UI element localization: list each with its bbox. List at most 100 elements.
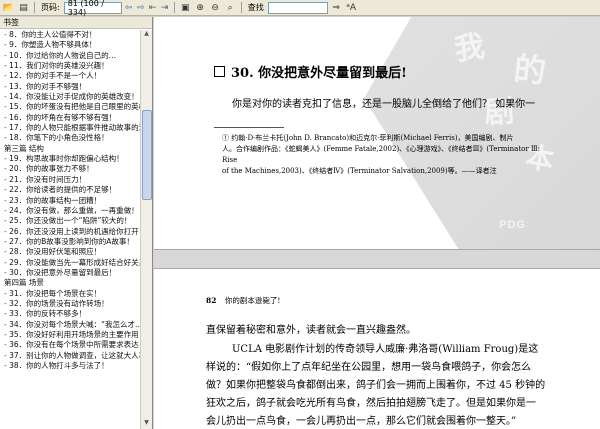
- bookmark-item[interactable]: - 11．我们对你的英雄没兴趣！: [0, 61, 140, 71]
- bookmark-item[interactable]: - 20．你的故事张力不够！: [0, 164, 140, 174]
- body-line: UCLA 电影剧作计划的传奇领导人威廉·弗洛哥(William Froug)是这: [232, 344, 539, 355]
- search-label: 查找: [247, 3, 264, 12]
- page-separator: [154, 249, 600, 269]
- bookmark-label: 37．别让你的人物做调查，让这就大人事！: [9, 350, 140, 360]
- bookmark-item[interactable]: - 34．你没对每个场景大喊：“我怎么才…: [0, 320, 140, 330]
- bookmark-item[interactable]: - 27．你的B故事没影响到你的A故事！: [0, 237, 140, 247]
- bookmark-label: 35．你没好好利用开场场景的主要作用！: [9, 329, 140, 339]
- prev-page-icon[interactable]: ⇦: [124, 3, 134, 13]
- bookmark-list: - 8．你的主人公值得不对！ - 9．你塑造人物不够具体！ - 10．你过给你的人物…: [0, 30, 140, 429]
- running-head-title: 你的剧本逊毙了!: [224, 296, 281, 305]
- footnote-line: 人。合作编剧作品：《蛇蝎美人》(Femme Fatale,2002)、《心理游戏…: [222, 145, 541, 164]
- bookmark-item[interactable]: - 36．你没有在每个场景中所需要求表达！: [0, 340, 140, 350]
- bookmark-item[interactable]: - 8．你的主人公值得不对！: [0, 30, 140, 40]
- page-number: 82: [206, 296, 217, 305]
- search-icon[interactable]: ⌕: [224, 2, 237, 14]
- watermark-char: 我: [452, 29, 487, 68]
- first-page-icon[interactable]: ⇤: [148, 3, 158, 13]
- toolbar-divider: [34, 2, 35, 13]
- footnote-line: ① 约翰·D·布兰卡托(John D. Brancato)和迈克尔·菲利斯(Mi…: [222, 134, 514, 142]
- fit-page-icon[interactable]: ▣: [179, 2, 192, 14]
- bookmark-label: 32．你的场景没有动作转场！: [9, 298, 109, 308]
- bookmark-label: 38．你的人物打斗多与法了！: [9, 361, 109, 370]
- bookmark-item[interactable]: - 35．你没好好利用开场场景的主要作用！: [0, 330, 140, 340]
- bookmark-item[interactable]: - 33．你的反转不够多！: [0, 309, 140, 319]
- bookmark-section[interactable]: 第四篇 场景: [0, 278, 140, 288]
- bookmark-label: 20．你的故事张力不够！: [9, 164, 94, 174]
- bookmark-label: 22．你给读者的提供的不足够！: [9, 185, 117, 195]
- bookmark-label: 29．你没能做当先一幕形成好结合好关系！: [9, 257, 140, 267]
- pdf-reader-window: 📂 ▤ 页码: 81 (100 / 334) ⇦ ⇨ ⇤ ⇥ ▣ ⊕ ⊖ ⌕ 查…: [0, 0, 600, 429]
- scroll-up-icon[interactable]: ▲: [141, 30, 152, 40]
- bookmark-item[interactable]: - 10．你过给你的人物说自己的…: [0, 51, 140, 61]
- open-icon[interactable]: 📂: [2, 2, 15, 14]
- bookmark-item[interactable]: - 14．你没能让对手促成你的英雄改变！: [0, 92, 140, 102]
- bookmark-label: 18．你笔下的小角色没性格！: [9, 133, 109, 143]
- toolbar-divider: [173, 2, 175, 13]
- body-paragraph: 直保留着秘密和意外，读者就会一直兴趣盎然。: [206, 325, 416, 336]
- bookmark-label: 17．你的人物只能根据事件推动故事的进展！: [9, 123, 140, 133]
- bookmark-label: 12．你的对手不是一个人！: [9, 71, 102, 81]
- text-size-icon[interactable]: ᵃA: [345, 2, 358, 14]
- document-view[interactable]: 我 的 剧 本 PDG 30. 你没把意外尽量留到最后! 你是对你的读者克扣了信…: [154, 17, 600, 429]
- bookmark-item[interactable]: - 38．你的人物打斗多与法了！: [0, 361, 140, 371]
- zoom-in-icon[interactable]: ⊕: [194, 2, 207, 14]
- page-number-input[interactable]: 81 (100 / 334): [63, 0, 122, 17]
- bookmark-label: 34．你没对每个场景大喊：“我怎么才…: [9, 319, 140, 329]
- body-line: 会儿扔出一点鸟食，一会儿再扔出一点，那么它们就会围着你一整天。”: [206, 416, 517, 427]
- last-page-icon[interactable]: ⇥: [160, 3, 170, 13]
- bookmark-scrollbar[interactable]: ▲ ▼: [140, 30, 152, 429]
- bookmark-label: 33．你的反转不够多！: [9, 309, 87, 319]
- bookmark-item[interactable]: - 30．你没把意外尽量留到最后！: [0, 268, 140, 278]
- bookmark-label: 15．你的坏蛋没有把他是自己眼里的英雄！: [9, 102, 140, 112]
- bookmark-item[interactable]: - 12．你的对手不是一个人！: [0, 71, 140, 81]
- toolbar: 📂 ▤ 页码: 81 (100 / 334) ⇦ ⇨ ⇤ ⇥ ▣ ⊕ ⊖ ⌕ 查…: [0, 0, 600, 17]
- bookmark-item[interactable]: - 23．你的故事结构一团糟！: [0, 196, 140, 206]
- bookmark-item[interactable]: - 24．你没有做，那么重做，一再重做！: [0, 206, 140, 216]
- body-paragraph: UCLA 电影剧作计划的传奇领导人威廉·弗洛哥(William Froug)是这…: [206, 341, 551, 429]
- toolbar-divider: [240, 2, 242, 13]
- bookmark-label: 27．你的B故事没影响到你的A故事！: [9, 236, 134, 246]
- scrollbar-thumb[interactable]: [142, 110, 152, 200]
- bookmark-label: 23．你的故事结构一团糟！: [9, 195, 102, 205]
- bookmark-label: 9．你塑造人物不够具体！: [9, 40, 97, 50]
- section-subtitle: 你是对你的读者克扣了信息，还是一股脑儿全倒给了他们？ 如果你一: [232, 99, 536, 110]
- zoom-out-icon[interactable]: ⊖: [209, 2, 222, 14]
- bookmark-label: 31．你没把每个场景在实！: [9, 288, 102, 298]
- body-line: 狂欢之后，鸽子就会吃光所有鸟食，然后拍拍翅膀飞走了。但是如果你是一: [206, 398, 536, 409]
- bookmark-item[interactable]: - 37．别让你的人物做调查，让这就大人事！: [0, 351, 140, 361]
- bookmark-label: 24．你没有做，那么重做，一再重做！: [9, 205, 139, 215]
- next-page-icon[interactable]: ⇨: [136, 3, 146, 13]
- bookmark-label: 第四篇 场景: [4, 278, 44, 288]
- bookmark-label: 16．你的坏角在有够不够有强！: [9, 112, 117, 122]
- bookmark-item[interactable]: - 32．你的场景没有动作转场！: [0, 299, 140, 309]
- section-title: 30. 你没把意外尽量留到最后!: [214, 62, 407, 81]
- save-icon[interactable]: ▤: [17, 2, 30, 14]
- watermark-brand: PDG: [499, 219, 526, 231]
- bookmark-item[interactable]: - 22．你给读者的提供的不足够！: [0, 185, 140, 195]
- bookmark-item[interactable]: - 28．你没用好伏笔和照应！: [0, 247, 140, 257]
- search-input[interactable]: [267, 1, 328, 14]
- bookmark-item[interactable]: - 25．你还没做出一个“陷阱”较大的！: [0, 216, 140, 226]
- bookmark-item[interactable]: - 13．你的对手不够强！: [0, 82, 140, 92]
- bookmark-panel-header: 书签: [0, 17, 152, 29]
- bookmark-section[interactable]: 第三篇 结构: [0, 144, 140, 154]
- bookmark-item[interactable]: - 19．构思故事时你却跑偏心结构！: [0, 154, 140, 164]
- scroll-down-icon[interactable]: ▼: [141, 419, 152, 429]
- bookmark-label: 8．你的主人公值得不对！: [9, 30, 97, 39]
- bookmark-item[interactable]: - 16．你的坏角在有够不够有强！: [0, 113, 140, 123]
- bookmark-label: 21．你没有时间压力！: [9, 174, 87, 184]
- search-go-icon[interactable]: ⇒: [330, 2, 343, 14]
- bookmark-item[interactable]: - 18．你笔下的小角色没性格！: [0, 133, 140, 143]
- body-line: 做？如果你把整袋鸟食都倒出来，鸽子们会一拥而上围着你，不过 45 秒钟的: [206, 380, 546, 391]
- bookmark-item[interactable]: - 9．你塑造人物不够具体！: [0, 40, 140, 50]
- bookmark-item[interactable]: - 21．你没有时间压力！: [0, 175, 140, 185]
- checkbox-square-icon: [214, 66, 225, 77]
- bookmark-item[interactable]: - 29．你没能做当先一幕形成好结合好关系！: [0, 258, 140, 268]
- bookmark-item[interactable]: - 17．你的人物只能根据事件推动故事的进展！: [0, 123, 140, 133]
- bookmark-item[interactable]: - 31．你没把每个场景在实！: [0, 289, 140, 299]
- bookmark-item[interactable]: - 15．你的坏蛋没有把他是自己眼里的英雄！: [0, 102, 140, 112]
- bookmark-label: 28．你没用好伏笔和照应！: [9, 247, 102, 257]
- bookmark-panel: 书签 - 8．你的主人公值得不对！ - 9．你塑造人物不够具体！ - 10．你过给你…: [0, 17, 153, 429]
- bookmark-item[interactable]: - 26．你还没没用上读到的机遇给你打开！: [0, 227, 140, 237]
